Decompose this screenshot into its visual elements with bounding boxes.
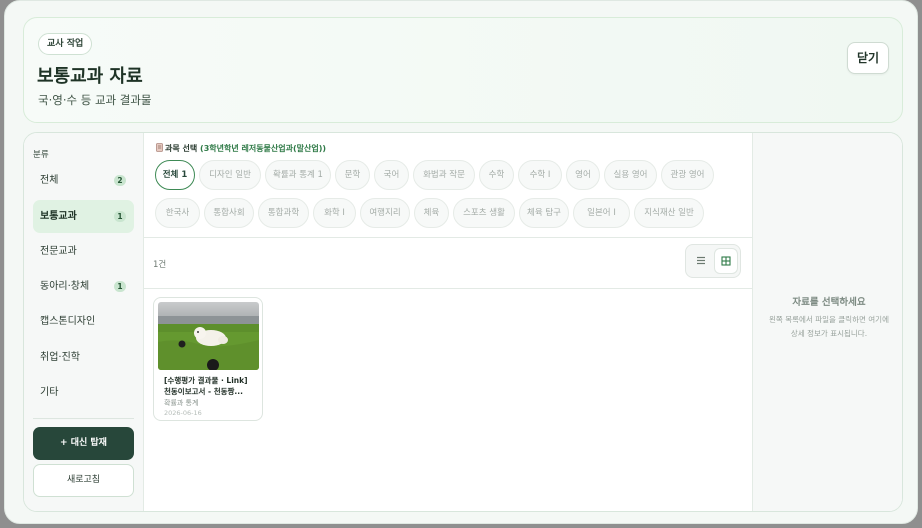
subject-select-prefix: 과목 선택 (165, 144, 198, 153)
subject-chip[interactable]: 전체 1 (155, 160, 195, 190)
sidebar-item-label: 캡스톤디자인 (40, 316, 96, 327)
card-thumbnail (158, 302, 259, 370)
teacher-task-tag: 교사 작업 (38, 33, 93, 55)
sidebar-item-label: 취업·진학 (40, 352, 80, 363)
content-panel: 분류 전체 2 보통교과 1 전문교과 동아리·창체 1 캡스톤디자인 취업·진… (23, 132, 903, 512)
subject-chip[interactable]: 영어 (566, 160, 600, 190)
subject-chip[interactable]: 여행지리 (360, 198, 410, 228)
subject-chip[interactable]: 화법과 작문 (413, 160, 475, 190)
sidebar-item-specialized-subjects[interactable]: 전문교과 (33, 235, 134, 268)
list-icon (697, 256, 705, 265)
subject-chip[interactable]: 관광 영어 (661, 160, 714, 190)
subject-chip[interactable]: 문학 (335, 160, 370, 190)
sidebar-divider (33, 418, 134, 419)
view-toggle (685, 244, 741, 278)
sidebar-item-label: 보통교과 (40, 211, 77, 222)
detail-empty-title: 자료를 선택하세요 (792, 297, 866, 308)
book-icon (156, 143, 163, 152)
subject-chip[interactable]: 통합사회 (204, 198, 254, 228)
subject-chip[interactable]: 통합과학 (258, 198, 309, 228)
count-badge: 2 (114, 175, 126, 186)
card-title: [수행평가 결과물 · Link] 천동이보고서 - 천동짱... (164, 376, 248, 396)
result-count: 1건 (153, 260, 167, 270)
subject-chip[interactable]: 수학 (479, 160, 514, 190)
page-title: 보통교과 자료 (37, 66, 143, 87)
card-subject: 확률과 통계 (164, 399, 199, 407)
filter-divider (144, 237, 752, 238)
sidebar-item-capstone[interactable]: 캡스톤디자인 (33, 305, 134, 338)
sidebar-item-career[interactable]: 취업·진학 (33, 341, 134, 374)
list-view-button[interactable] (689, 248, 713, 274)
subject-chip[interactable]: 체육 탐구 (519, 198, 569, 228)
detail-panel: 자료를 선택하세요 왼쪽 목록에서 파일을 클릭하면 여기에 상세 정보가 표시… (752, 133, 902, 511)
card-date: 2026-06-16 (164, 409, 202, 417)
subject-chip[interactable]: 한국사 (155, 198, 200, 228)
grid-icon (721, 256, 731, 266)
material-card[interactable]: [수행평가 결과물 · Link] 천동이보고서 - 천동짱... 확률과 통계… (153, 297, 263, 421)
sidebar-item-clubs[interactable]: 동아리·창체 1 (33, 270, 134, 303)
sidebar-item-label: 동아리·창체 (40, 281, 90, 292)
grid-view-button[interactable] (714, 248, 738, 274)
page-subtitle: 국·영·수 등 교과 결과물 (38, 93, 152, 107)
subject-chip[interactable]: 일본어 I (573, 198, 630, 228)
sidebar-heading: 분류 (33, 150, 49, 160)
upload-button[interactable]: + 대신 탑재 (33, 427, 134, 460)
refresh-button[interactable]: 새로고침 (33, 464, 134, 497)
sidebar-item-label: 전문교과 (40, 246, 77, 257)
category-sidebar: 분류 전체 2 보통교과 1 전문교과 동아리·창체 1 캡스톤디자인 취업·진… (24, 133, 144, 511)
subject-chip[interactable]: 화학 I (313, 198, 356, 228)
subject-chip[interactable]: 스포츠 생활 (453, 198, 515, 228)
subject-chip[interactable]: 확률과 통계 1 (265, 160, 331, 190)
subject-chip[interactable]: 디자인 일반 (199, 160, 261, 190)
close-button[interactable]: 닫기 (847, 42, 889, 74)
modal-header: 교사 작업 보통교과 자료 국·영·수 등 교과 결과물 닫기 (23, 17, 903, 123)
detail-empty-description: 왼쪽 목록에서 파일을 클릭하면 여기에 상세 정보가 표시됩니다. (769, 315, 889, 338)
sidebar-item-other[interactable]: 기타 (33, 376, 134, 409)
count-badge: 1 (114, 281, 126, 292)
subject-chip[interactable]: 수학 I (518, 160, 562, 190)
list-divider (144, 288, 752, 289)
subject-chip[interactable]: 실용 영어 (604, 160, 657, 190)
dog-on-grass-image (158, 302, 259, 370)
sidebar-item-label: 기타 (40, 387, 59, 398)
main-area: 과목 선택 (3학년학년 레저동물산업과(말산업)) 전체 1 디자인 일반 확… (144, 133, 752, 511)
subject-select-label: 과목 선택 (3학년학년 레저동물산업과(말산업)) (156, 143, 326, 154)
sidebar-item-label: 전체 (40, 175, 59, 186)
sidebar-item-general-subjects[interactable]: 보통교과 1 (33, 200, 134, 233)
subject-chip[interactable]: 체육 (414, 198, 449, 228)
subject-context: (3학년학년 레저동물산업과(말산업)) (200, 144, 327, 153)
count-badge: 1 (114, 211, 126, 222)
subject-chip[interactable]: 국어 (374, 160, 409, 190)
materials-modal: 교사 작업 보통교과 자료 국·영·수 등 교과 결과물 닫기 분류 전체 2 … (4, 0, 918, 524)
subject-chip[interactable]: 지식재산 일반 (634, 198, 704, 228)
sidebar-item-all[interactable]: 전체 2 (33, 164, 134, 197)
